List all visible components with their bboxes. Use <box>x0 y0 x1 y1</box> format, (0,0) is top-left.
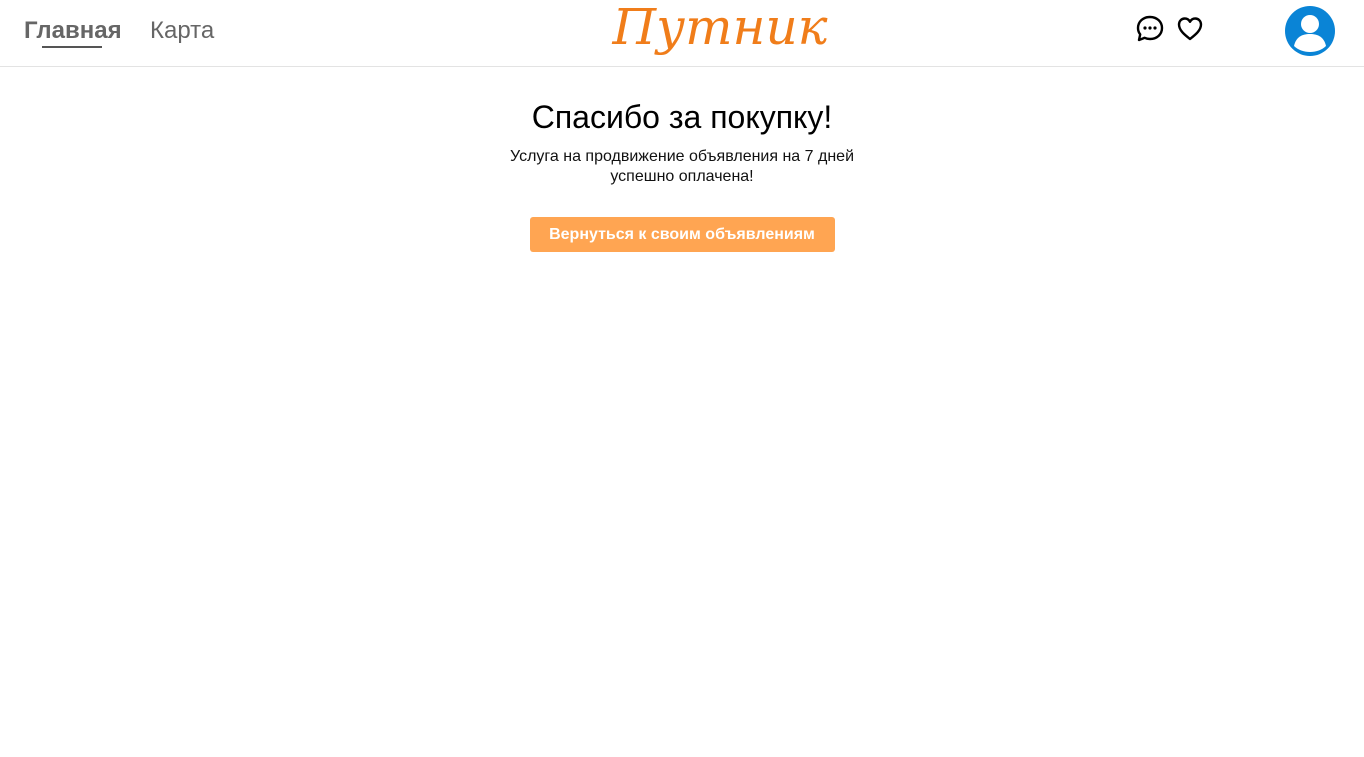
success-message: Услуга на продвижение объявления на 7 дн… <box>509 148 854 185</box>
user-avatar-icon[interactable] <box>1284 5 1336 57</box>
chat-icon[interactable] <box>1135 14 1165 44</box>
site-logo[interactable]: Путник <box>600 0 840 64</box>
page-title: Спасибо за покупку! <box>531 99 833 135</box>
nav-map-link[interactable]: Карта <box>150 14 214 48</box>
main-content: Спасибо за покупку! Услуга на продвижени… <box>0 67 1364 252</box>
back-to-my-ads-button[interactable]: Вернуться к своим объявлениям <box>529 217 835 252</box>
top-header: Главная Карта Путник <box>0 0 1364 67</box>
nav-home-link[interactable]: Главная <box>24 14 122 48</box>
heart-icon[interactable] <box>1175 14 1205 44</box>
logo-text: Путник <box>611 0 827 56</box>
